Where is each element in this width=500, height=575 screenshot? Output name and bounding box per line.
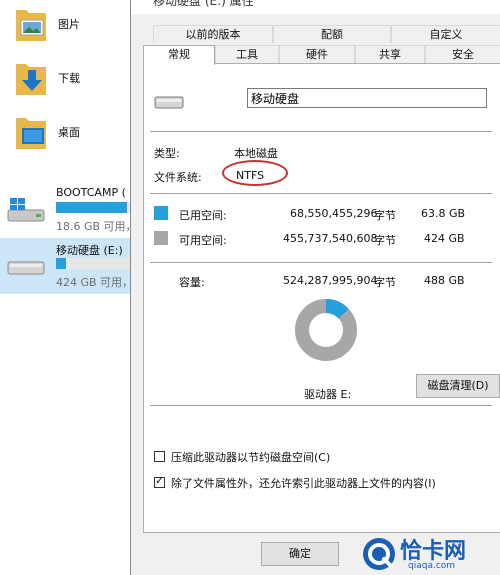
separator (150, 405, 492, 406)
nav-item-label: 桌面 (58, 126, 80, 139)
used-space-unit: 字节 (374, 209, 396, 222)
removable-drive-icon (7, 261, 45, 275)
tab-security[interactable]: 安全 (425, 45, 500, 63)
separator (150, 131, 492, 132)
ok-button[interactable]: 确定 (261, 542, 339, 566)
properties-dialog: 移动硬盘 (E:) 属性 以前的版本 配额 自定义 常规 工具 硬件 共享 安全… (130, 0, 500, 575)
disk-usage-donut (295, 299, 357, 361)
drive-letter-label: 驱动器 E: (304, 388, 352, 401)
free-space-gb: 424 GB (424, 232, 465, 245)
nav-item-bootcamp-drive[interactable]: BOOTCAMP ( 18.6 GB 可用， (0, 182, 137, 238)
free-space-unit: 字节 (374, 234, 396, 247)
watermark-logo-icon (363, 538, 395, 570)
tab-hardware[interactable]: 硬件 (279, 45, 355, 63)
capacity-unit: 字节 (374, 276, 396, 289)
used-space-label: 已用空间: (179, 209, 227, 222)
windows-drive-icon (7, 198, 45, 222)
watermark: 恰卡网 qiaqa.com (356, 533, 500, 575)
drive-name: 移动硬盘 (E:) (56, 244, 123, 257)
free-space-label: 可用空间: (179, 234, 227, 247)
ntfs-highlight-circle (222, 160, 288, 186)
compress-checkbox[interactable] (154, 451, 165, 462)
dialog-titlebar[interactable]: 移动硬盘 (E:) 属性 (131, 0, 500, 14)
tab-quota[interactable]: 配额 (273, 25, 391, 43)
disk-cleanup-button[interactable]: 磁盘清理(D) (416, 374, 500, 398)
drive-name-input[interactable] (247, 88, 487, 108)
compress-label: 压缩此驱动器以节约磁盘空间(C) (171, 451, 331, 464)
nav-item-label: 下载 (58, 72, 80, 85)
type-label: 类型: (154, 147, 180, 160)
tab-general[interactable]: 常规 (143, 45, 215, 65)
nav-item-desktop[interactable]: 桌面 (14, 112, 134, 158)
nav-item-pictures[interactable]: 图片 (14, 4, 134, 50)
filesystem-label: 文件系统: (154, 171, 202, 184)
index-label: 除了文件属性外，还允许索引此驱动器上文件的内容(I) (171, 477, 436, 490)
capacity-gb: 488 GB (424, 274, 465, 287)
free-space-bytes: 455,737,540,608 (283, 232, 378, 245)
drive-free-space: 424 GB 可用， (56, 276, 134, 289)
nav-item-removable-drive[interactable]: 移动硬盘 (E:) 424 GB 可用， (0, 238, 135, 294)
tab-previous-versions[interactable]: 以前的版本 (153, 25, 273, 43)
free-space-swatch (154, 231, 168, 245)
dialog-title: 移动硬盘 (E:) 属性 (153, 0, 254, 8)
drive-usage-fill (56, 258, 67, 269)
drive-icon (154, 96, 184, 109)
tab-sharing[interactable]: 共享 (355, 45, 425, 63)
capacity-bytes: 524,287,995,904 (283, 274, 378, 287)
separator (150, 193, 492, 194)
used-space-bytes: 68,550,455,296 (290, 207, 378, 220)
general-tab-panel: 类型: 本地磁盘 文件系统: NTFS 已用空间: 68,550,455,296… (143, 63, 500, 533)
separator (150, 262, 492, 263)
drive-name: BOOTCAMP ( (56, 186, 126, 199)
drive-usage-fill (56, 202, 128, 213)
pictures-folder-icon (16, 10, 46, 41)
tab-row-top: 以前的版本 配额 自定义 (143, 25, 500, 43)
drive-usage-bar (56, 202, 135, 213)
drive-usage-bar (56, 258, 135, 269)
used-space-swatch (154, 206, 168, 220)
explorer-nav-pane: 图片 下载 桌面 BOOTCAMP ( 18.6 GB 可用， 移动硬盘 (E:… (0, 0, 137, 575)
index-checkbox[interactable]: ✓ (154, 475, 165, 488)
tab-tools[interactable]: 工具 (215, 45, 279, 63)
tab-row-bottom: 常规 工具 硬件 共享 安全 (143, 45, 500, 65)
tab-customize[interactable]: 自定义 (391, 25, 500, 43)
used-space-gb: 63.8 GB (421, 207, 466, 220)
desktop-folder-icon (16, 118, 46, 149)
watermark-url: qiaqa.com (408, 561, 456, 571)
nav-item-downloads[interactable]: 下载 (14, 58, 134, 104)
downloads-folder-icon (16, 64, 46, 95)
capacity-label: 容量: (179, 276, 205, 289)
nav-item-label: 图片 (58, 18, 80, 31)
type-value: 本地磁盘 (234, 147, 278, 160)
drive-free-space: 18.6 GB 可用， (56, 220, 137, 233)
